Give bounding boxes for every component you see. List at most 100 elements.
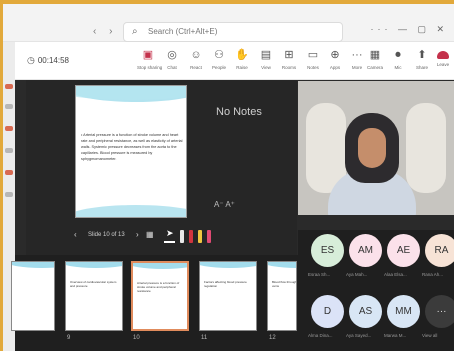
notes-icon: ▭ bbox=[307, 49, 319, 61]
toolbar-label: Stop sharing bbox=[137, 65, 163, 70]
thumb-wave bbox=[133, 263, 187, 269]
participant-tile[interactable]: D Alma Dina... bbox=[308, 295, 344, 351]
thumb-wave bbox=[268, 262, 296, 268]
participant-tile[interactable]: AM Aya Mah... bbox=[346, 234, 382, 290]
thumb-wave bbox=[200, 262, 256, 268]
slide-number: 9 bbox=[67, 335, 71, 341]
participant-name: Esraa Sh... bbox=[308, 272, 331, 277]
participant-name: Alaa Elsa... bbox=[384, 272, 407, 277]
view-all-participants[interactable]: ··· View all bbox=[422, 295, 454, 351]
participant-tile[interactable]: ES Esraa Sh... bbox=[308, 234, 344, 290]
thumb-text: Overview of cardiovascular system and pr… bbox=[70, 280, 117, 288]
react-button[interactable]: ☺ React bbox=[185, 49, 207, 70]
toolbar-label: Mic bbox=[394, 65, 402, 70]
participant-tile[interactable]: MM Marwa M... bbox=[384, 295, 420, 351]
background-chair bbox=[406, 103, 446, 193]
chat-dock-icon[interactable] bbox=[5, 104, 13, 109]
slide-thumbnail[interactable]: Factors affecting blood pressure regulat… bbox=[199, 261, 257, 331]
timer-text: 00:14:58 bbox=[37, 56, 69, 65]
slide-thumbnail[interactable]: Overview of cardiovascular system and pr… bbox=[65, 261, 123, 331]
participant-tile[interactable]: RA Rana Ah... bbox=[422, 234, 454, 290]
slide-number: 12 bbox=[269, 335, 276, 341]
notes-font-size-buttons[interactable]: A⁻ A⁺ bbox=[214, 200, 235, 209]
react-icon: ☺ bbox=[190, 49, 202, 61]
files-dock-icon[interactable] bbox=[5, 192, 13, 197]
laser-pen-icon[interactable] bbox=[180, 230, 184, 243]
search-placeholder: Search (Ctrl+Alt+E) bbox=[148, 27, 218, 36]
notes-button[interactable]: ▭ Notes bbox=[302, 49, 324, 70]
leave-button[interactable]: Leave bbox=[435, 48, 451, 67]
meeting-timer: ◷ 00:14:58 bbox=[27, 55, 69, 66]
history-arrows[interactable]: ‹ › bbox=[93, 26, 117, 37]
toolbar-label: Rooms bbox=[281, 65, 297, 70]
camera-button[interactable]: ▦ Camera bbox=[364, 49, 386, 70]
toolbar-label: View bbox=[261, 65, 271, 70]
prev-slide-button[interactable]: ‹ bbox=[74, 230, 77, 239]
thumb-wave bbox=[12, 262, 54, 268]
raise-hand-button[interactable]: ✋ Raise bbox=[231, 49, 253, 70]
chat-button[interactable]: ◎ Chat bbox=[161, 49, 183, 70]
slide-wave bbox=[76, 86, 186, 100]
presenter-view: • Arterial pressure is a function of str… bbox=[26, 80, 297, 255]
toolbar-label: Chat bbox=[167, 65, 177, 70]
mic-button[interactable]: ⏺ Mic bbox=[387, 49, 409, 70]
stop-presenting-icon: ▣ bbox=[142, 49, 154, 61]
teams-dock-icon[interactable] bbox=[5, 126, 13, 131]
participant-name: Aya Mah... bbox=[346, 272, 368, 277]
rooms-button[interactable]: ⊞ Rooms bbox=[278, 49, 300, 70]
red-pen-icon[interactable] bbox=[189, 230, 193, 243]
slide-wave bbox=[76, 205, 186, 217]
participant-tile[interactable]: AS Aya Sayed... bbox=[346, 295, 382, 351]
eraser-icon[interactable] bbox=[207, 230, 211, 243]
slide-thumbnail[interactable] bbox=[11, 261, 55, 331]
current-slide: • Arterial pressure is a function of str… bbox=[75, 85, 187, 218]
speaker-notes: No Notes bbox=[216, 106, 262, 118]
participants-grid: ES Esraa Sh... AM Aya Mah... AE Alaa Elsa... R… bbox=[298, 230, 454, 351]
share-button[interactable]: ⬆ Share bbox=[411, 49, 433, 70]
apps-button[interactable]: ⊕ Apps bbox=[324, 49, 346, 70]
search-input[interactable]: ⌕ Search (Ctrl+Alt+E) bbox=[123, 22, 343, 42]
teams-window: ‹ › ⌕ Search (Ctrl+Alt+E) ··· — ▢ ✕ ◷ 00:… bbox=[0, 0, 454, 351]
avatar: ES bbox=[311, 234, 344, 267]
people-button[interactable]: ⚇ People bbox=[208, 49, 230, 70]
participant-tile[interactable]: AE Alaa Elsa... bbox=[384, 234, 420, 290]
apps-icon: ⊕ bbox=[330, 49, 340, 61]
view-button[interactable]: ▤ View bbox=[255, 49, 277, 70]
avatar: AE bbox=[387, 234, 420, 267]
cursor-icon: ➤ bbox=[166, 228, 174, 238]
mic-icon: ⏺ bbox=[395, 49, 401, 61]
camera-icon: ▦ bbox=[369, 49, 381, 61]
slide-thumbnail[interactable]: Arterial pressure is a function of strok… bbox=[131, 261, 189, 331]
slide-controls: ‹ Slide 10 of 13 › ▦ ➤ bbox=[74, 227, 254, 245]
participant-name: Rana Ah... bbox=[422, 272, 444, 277]
view-icon: ▤ bbox=[260, 49, 272, 61]
presenter-video bbox=[298, 81, 454, 215]
pointer-tool[interactable]: ➤ bbox=[164, 227, 175, 243]
people-icon: ⚇ bbox=[214, 49, 224, 61]
phone-hangup-icon bbox=[437, 51, 449, 59]
slide-counter: Slide 10 of 13 bbox=[88, 232, 125, 238]
calls-dock-icon[interactable] bbox=[5, 170, 13, 175]
next-slide-button[interactable]: › bbox=[136, 230, 139, 239]
avatar: ··· bbox=[425, 295, 454, 328]
slide-thumbnail[interactable]: Blood flow through capillaries and veins bbox=[267, 261, 297, 331]
meeting-toolbar: ◷ 00:14:58 ▣ Stop sharing ◎ Chat ☺ React ⚇ Peopl… bbox=[15, 42, 454, 80]
toolbar-label: People bbox=[211, 65, 226, 70]
participant-name: Alma Dina... bbox=[308, 333, 333, 338]
slide-number: 10 bbox=[133, 335, 140, 341]
shield-icon: ◷ bbox=[27, 55, 35, 65]
meeting-stage: • Arterial pressure is a function of str… bbox=[11, 80, 454, 351]
title-bar: ‹ › ⌕ Search (Ctrl+Alt+E) ··· — ▢ ✕ bbox=[3, 4, 454, 42]
participant-name: View all bbox=[422, 333, 438, 338]
toolbar-label: Camera bbox=[366, 65, 383, 70]
highlighter-icon[interactable] bbox=[198, 230, 202, 243]
activity-icon[interactable] bbox=[5, 84, 13, 89]
stop-presenting-button[interactable]: ▣ Stop sharing bbox=[137, 49, 163, 70]
calendar-dock-icon[interactable] bbox=[5, 148, 13, 153]
grid-view-icon[interactable]: ▦ bbox=[146, 230, 154, 239]
window-controls[interactable]: ··· — ▢ ✕ bbox=[370, 24, 448, 35]
raise-hand-icon: ✋ bbox=[235, 49, 249, 61]
share-icon: ⬆ bbox=[417, 49, 427, 61]
avatar: AS bbox=[349, 295, 382, 328]
participant-name: Aya Sayed... bbox=[346, 333, 372, 338]
